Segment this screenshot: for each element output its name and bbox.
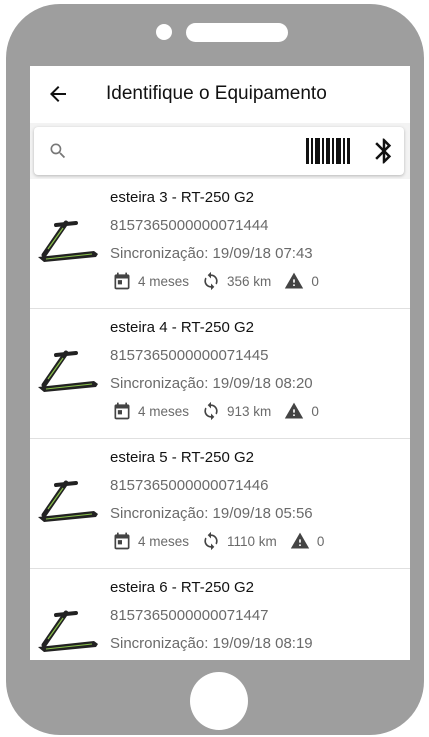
list-item[interactable]: esteira 4 - RT-250 G2 815736500000007144… <box>30 309 410 439</box>
distance-value: 913 km <box>227 403 272 419</box>
equipment-list: esteira 3 - RT-250 G2 815736500000007144… <box>30 179 410 660</box>
equipment-name: esteira 4 - RT-250 G2 <box>110 319 254 336</box>
sync-timestamp: Sincronização: 19/09/18 08:19 <box>110 635 313 652</box>
equipment-name: esteira 6 - RT-250 G2 <box>110 579 254 596</box>
app-screen: Identifique o Equipamento esteira 3 - RT… <box>30 66 410 660</box>
app-bar: Identifique o Equipamento <box>30 66 410 123</box>
item-stats: 4 meses 913 km 0 <box>112 400 319 422</box>
serial-number: 8157365000000071444 <box>110 217 269 234</box>
distance-value: 1110 km <box>227 533 277 549</box>
home-button[interactable] <box>190 672 248 730</box>
usage-months: 4 meses <box>138 533 190 549</box>
search-icon[interactable] <box>48 141 68 161</box>
serial-number: 8157365000000071446 <box>110 477 269 494</box>
usage-months: 4 meses <box>138 403 190 419</box>
barcode-icon[interactable] <box>306 138 350 164</box>
warning-icon <box>290 532 309 549</box>
item-stats: 4 meses 1110 km 0 <box>112 530 324 552</box>
sync-timestamp: Sincronização: 19/09/18 08:20 <box>110 375 313 392</box>
warning-icon <box>285 272 304 289</box>
distance-value: 356 km <box>227 273 272 289</box>
treadmill-icon <box>38 480 98 522</box>
serial-number: 8157365000000071447 <box>110 607 269 624</box>
arrow-left-icon[interactable] <box>46 82 70 106</box>
alert-count: 0 <box>311 403 319 419</box>
equipment-name: esteira 5 - RT-250 G2 <box>110 449 254 466</box>
page-title: Identifique o Equipamento <box>106 83 327 104</box>
warning-icon <box>285 402 304 419</box>
treadmill-icon <box>38 350 98 392</box>
sync-icon <box>204 531 218 551</box>
equipment-name: esteira 3 - RT-250 G2 <box>110 189 254 206</box>
list-item[interactable]: esteira 5 - RT-250 G2 815736500000007144… <box>30 439 410 569</box>
sync-icon <box>204 401 218 421</box>
search-bar[interactable] <box>34 127 404 175</box>
list-item[interactable]: esteira 3 - RT-250 G2 815736500000007144… <box>30 179 410 309</box>
sync-icon <box>204 271 218 291</box>
sync-timestamp: Sincronização: 19/09/18 07:43 <box>110 245 313 262</box>
list-item[interactable]: esteira 6 - RT-250 G2 815736500000007144… <box>30 569 410 660</box>
treadmill-icon <box>38 610 98 652</box>
camera-dot <box>156 24 172 40</box>
calendar-icon <box>114 272 130 290</box>
treadmill-icon <box>38 220 98 262</box>
phone-frame: Identifique o Equipamento esteira 3 - RT… <box>6 4 424 735</box>
usage-months: 4 meses <box>138 273 190 289</box>
bluetooth-icon[interactable] <box>369 135 399 167</box>
sync-timestamp: Sincronização: 19/09/18 05:56 <box>110 505 313 522</box>
speaker-slot <box>186 23 288 42</box>
serial-number: 8157365000000071445 <box>110 347 269 364</box>
item-stats: 4 meses 356 km 0 <box>112 270 319 292</box>
alert-count: 0 <box>311 273 319 289</box>
calendar-icon <box>114 402 130 420</box>
alert-count: 0 <box>316 533 325 549</box>
calendar-icon <box>114 532 130 550</box>
